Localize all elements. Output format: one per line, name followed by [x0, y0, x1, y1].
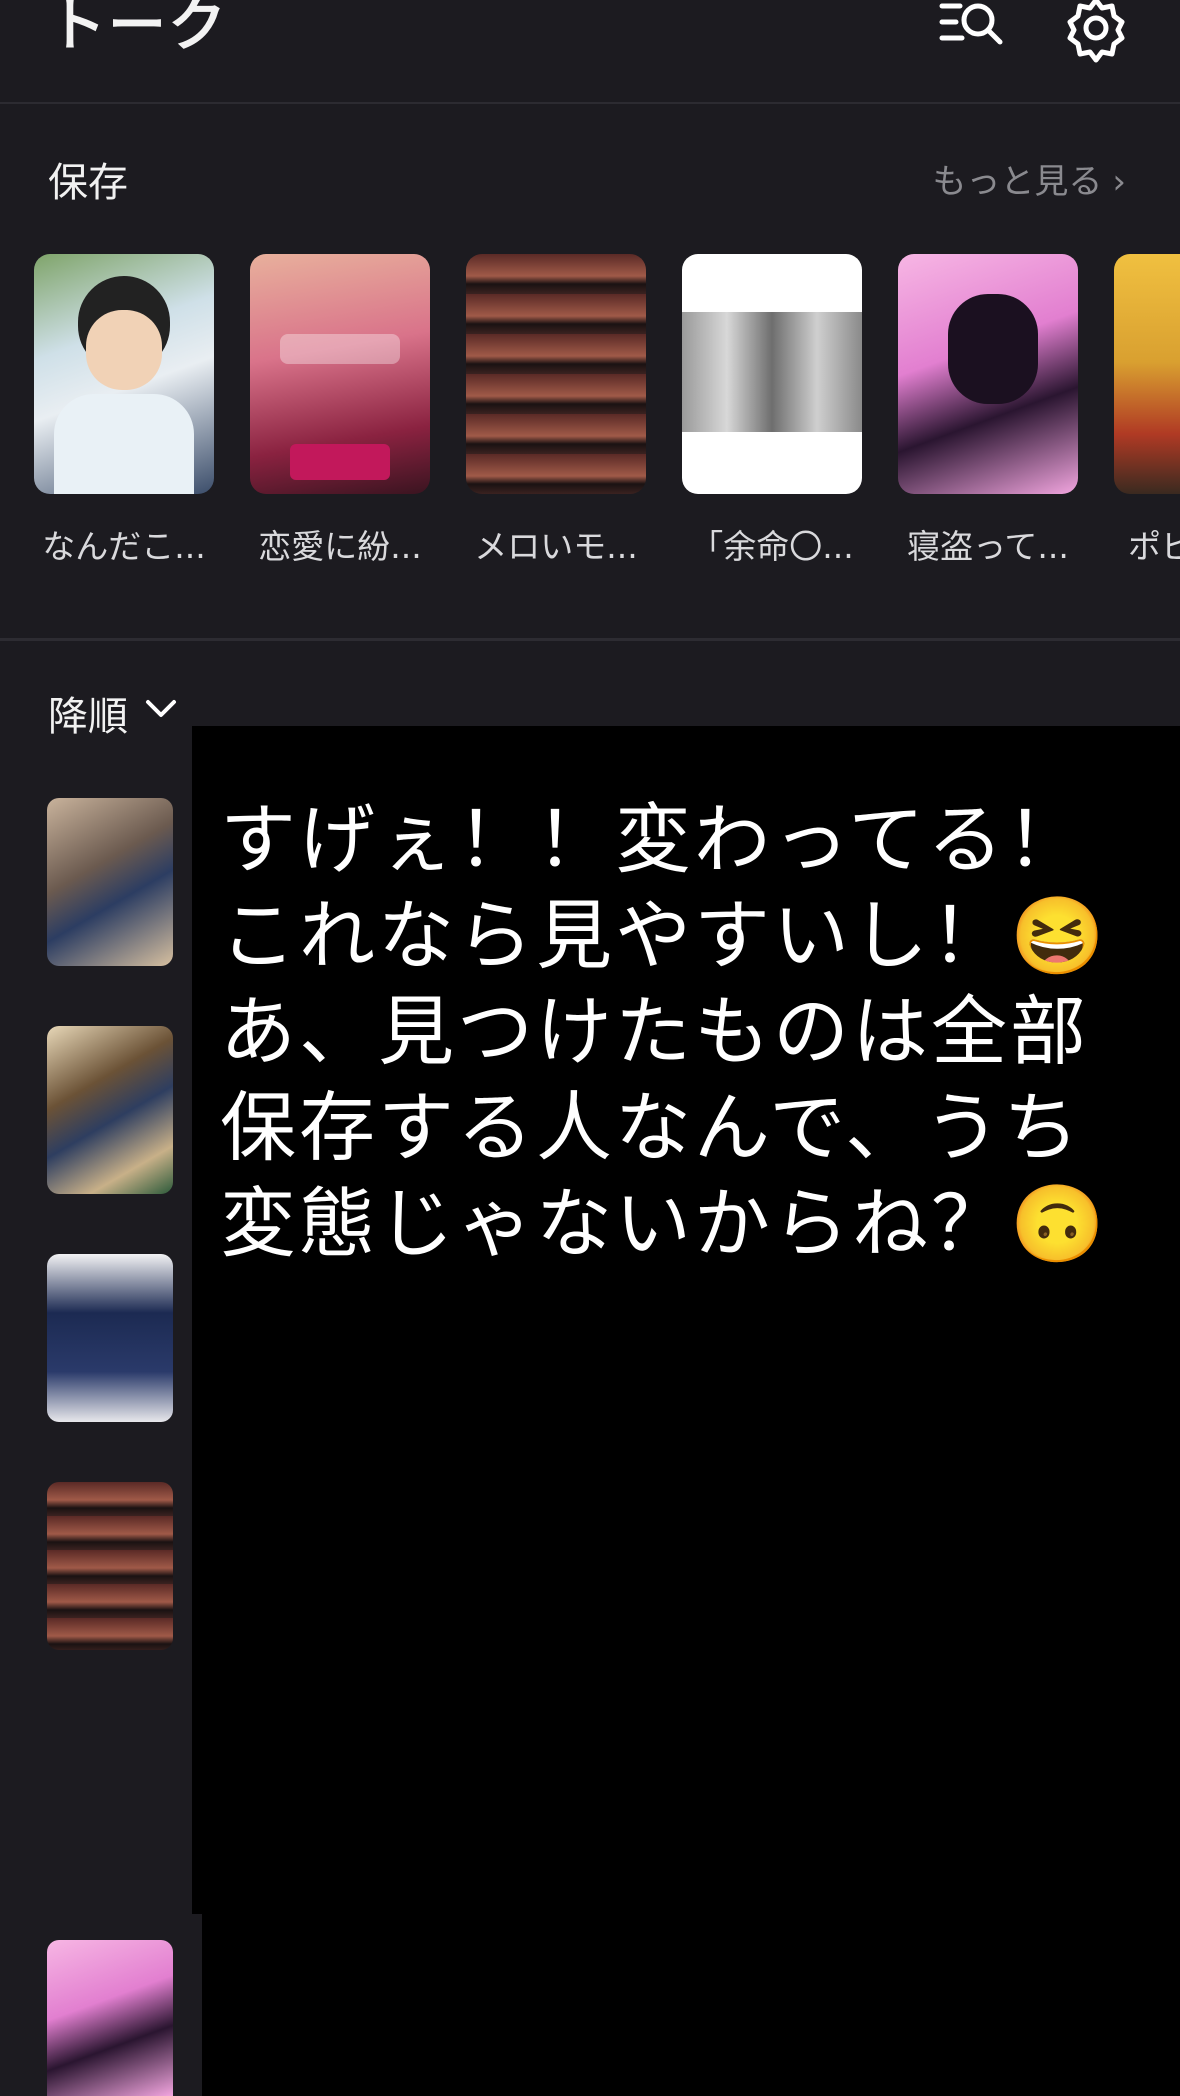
sort-label: 降順 [48, 694, 128, 740]
saved-item-thumbnail [250, 254, 430, 494]
see-more-label: もっと見る [932, 162, 1103, 202]
sort-dropdown[interactable]: 降順 [48, 684, 180, 742]
saved-item[interactable]: なんだこ... [34, 254, 214, 568]
chat-list [0, 740, 202, 1672]
chat-avatar[interactable] [47, 1940, 173, 2096]
chevron-down-icon [142, 689, 180, 737]
chat-list-bottom [0, 1914, 202, 2096]
caption-text: すげぇ！！変わってる！ これなら見やすいし！😆 あ、見つけたものは全部 保存する… [220, 792, 1160, 1272]
chat-avatar[interactable] [47, 1254, 173, 1422]
caption-line: 保存する人なんで、うち [220, 1083, 1083, 1172]
chat-avatar[interactable] [47, 1482, 173, 1650]
caption-line: あ、見つけたものは全部 [220, 987, 1089, 1076]
caption-line: これなら見やすいし！😆 [220, 891, 1108, 980]
saved-item[interactable]: ポビ [1114, 254, 1180, 568]
saved-item-thumbnail [34, 254, 214, 494]
saved-item[interactable]: メロいモ... [466, 254, 646, 568]
saved-item-thumbnail [1114, 254, 1180, 494]
saved-item-label: メロいモ... [474, 527, 638, 566]
saved-item[interactable]: 恋愛に紛... [250, 254, 430, 568]
caption-overlay: すげぇ！！変わってる！ これなら見やすいし！😆 あ、見つけたものは全部 保存する… [192, 726, 1180, 2096]
saved-item-label: 「余命〇... [690, 527, 854, 566]
saved-item-label: ポビ [1128, 527, 1180, 566]
chat-avatar[interactable] [47, 1026, 173, 1194]
top-bar: トーク [0, 0, 1180, 104]
saved-item-thumbnail [466, 254, 646, 494]
saved-item-thumbnail [898, 254, 1078, 494]
saved-section: 保存 もっと見る › なんだこ... 恋愛に紛... メロいモ... 「余命〇..… [0, 104, 1180, 638]
gear-icon[interactable] [1060, 0, 1132, 64]
saved-title: 保存 [48, 160, 128, 206]
saved-item[interactable]: 「余命〇... [682, 254, 862, 568]
saved-item[interactable]: 寝盗って... [898, 254, 1078, 568]
saved-item-label: なんだこ... [42, 527, 206, 566]
page-title: トーク [48, 0, 229, 59]
saved-item-label: 寝盗って... [907, 527, 1069, 566]
caption-line: 変態じゃないからね？🙃 [220, 1179, 1108, 1268]
chevron-right-icon: › [1112, 162, 1126, 202]
see-more-link[interactable]: もっと見る › [932, 154, 1126, 203]
saved-item-label: 恋愛に紛... [258, 527, 422, 566]
chat-avatar[interactable] [47, 798, 173, 966]
search-list-icon[interactable] [934, 0, 1006, 64]
saved-item-thumbnail [682, 254, 862, 494]
caption-line: すげぇ！！変わってる！ [220, 795, 1086, 884]
section-divider [0, 638, 1180, 641]
